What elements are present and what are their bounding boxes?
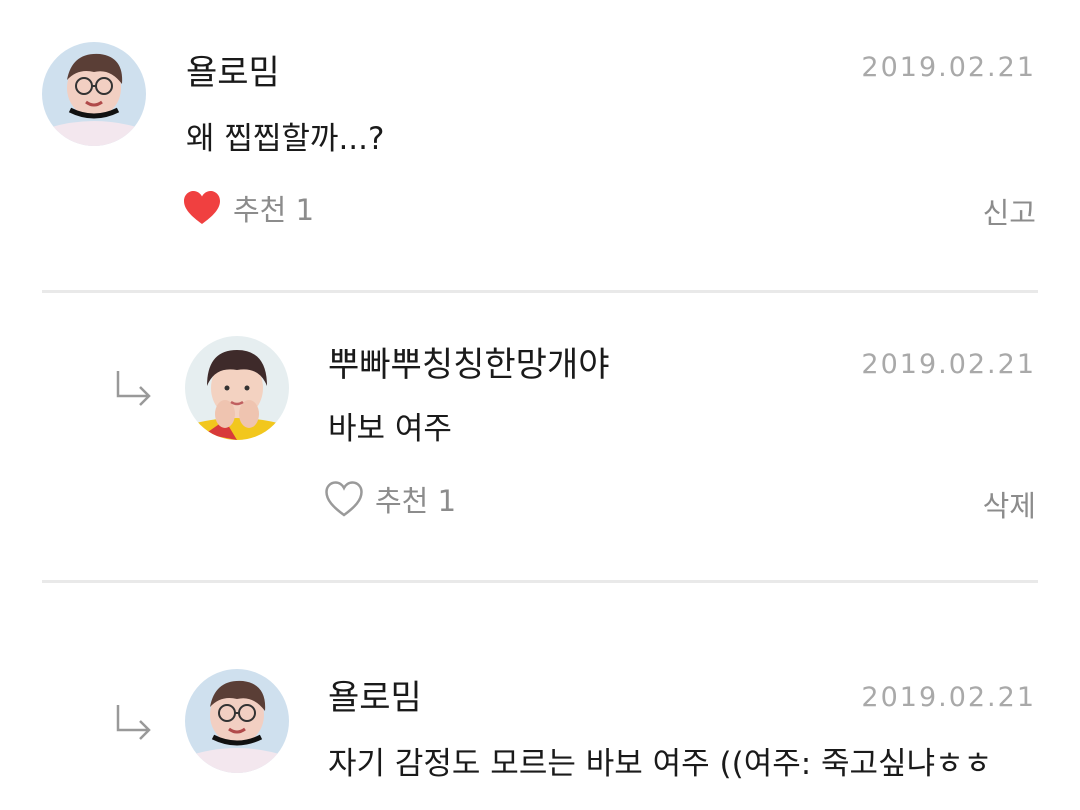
like-count-label: 추천 1 [375,484,457,518]
reply-arrow-icon [116,371,151,406]
like-button[interactable]: 추천 1 [183,187,314,229]
comment-date: 2019.02.21 [861,52,1036,83]
report-button[interactable]: 신고 [983,190,1036,232]
like-button[interactable]: 추천 1 [325,478,456,520]
comment-text: 자기 감정도 모르는 바보 여주 ((여주: 죽고싶냐ㅎㅎ [328,746,993,782]
avatar[interactable] [185,669,289,773]
comment-item: 뿌빠뿌칭칭한망개야 2019.02.21 바보 여주 추천 1 삭제 [0,293,1080,580]
comment-username[interactable]: 욜로밈 [186,45,280,94]
reply-arrow-icon [116,705,151,740]
avatar[interactable] [185,336,289,440]
like-count-label: 추천 1 [233,193,315,227]
comment-text: 왜 찝찝할까...? [186,121,385,157]
comment-item: 욜로밈 2019.02.21 자기 감정도 모르는 바보 여주 ((여주: 죽고… [0,583,1080,810]
comment-username[interactable]: 뿌빠뿌칭칭한망개야 [328,337,610,386]
heart-outline-icon [325,481,363,517]
comment-item: 욜로밈 2019.02.21 왜 찝찝할까...? 추천 1 신고 [0,0,1080,290]
comment-text: 바보 여주 [328,411,452,447]
comment-date: 2019.02.21 [861,349,1036,380]
comment-date: 2019.02.21 [861,682,1036,713]
avatar[interactable] [42,42,146,146]
heart-filled-icon [184,191,220,224]
comment-username[interactable]: 욜로밈 [328,670,422,719]
delete-button[interactable]: 삭제 [983,483,1036,525]
